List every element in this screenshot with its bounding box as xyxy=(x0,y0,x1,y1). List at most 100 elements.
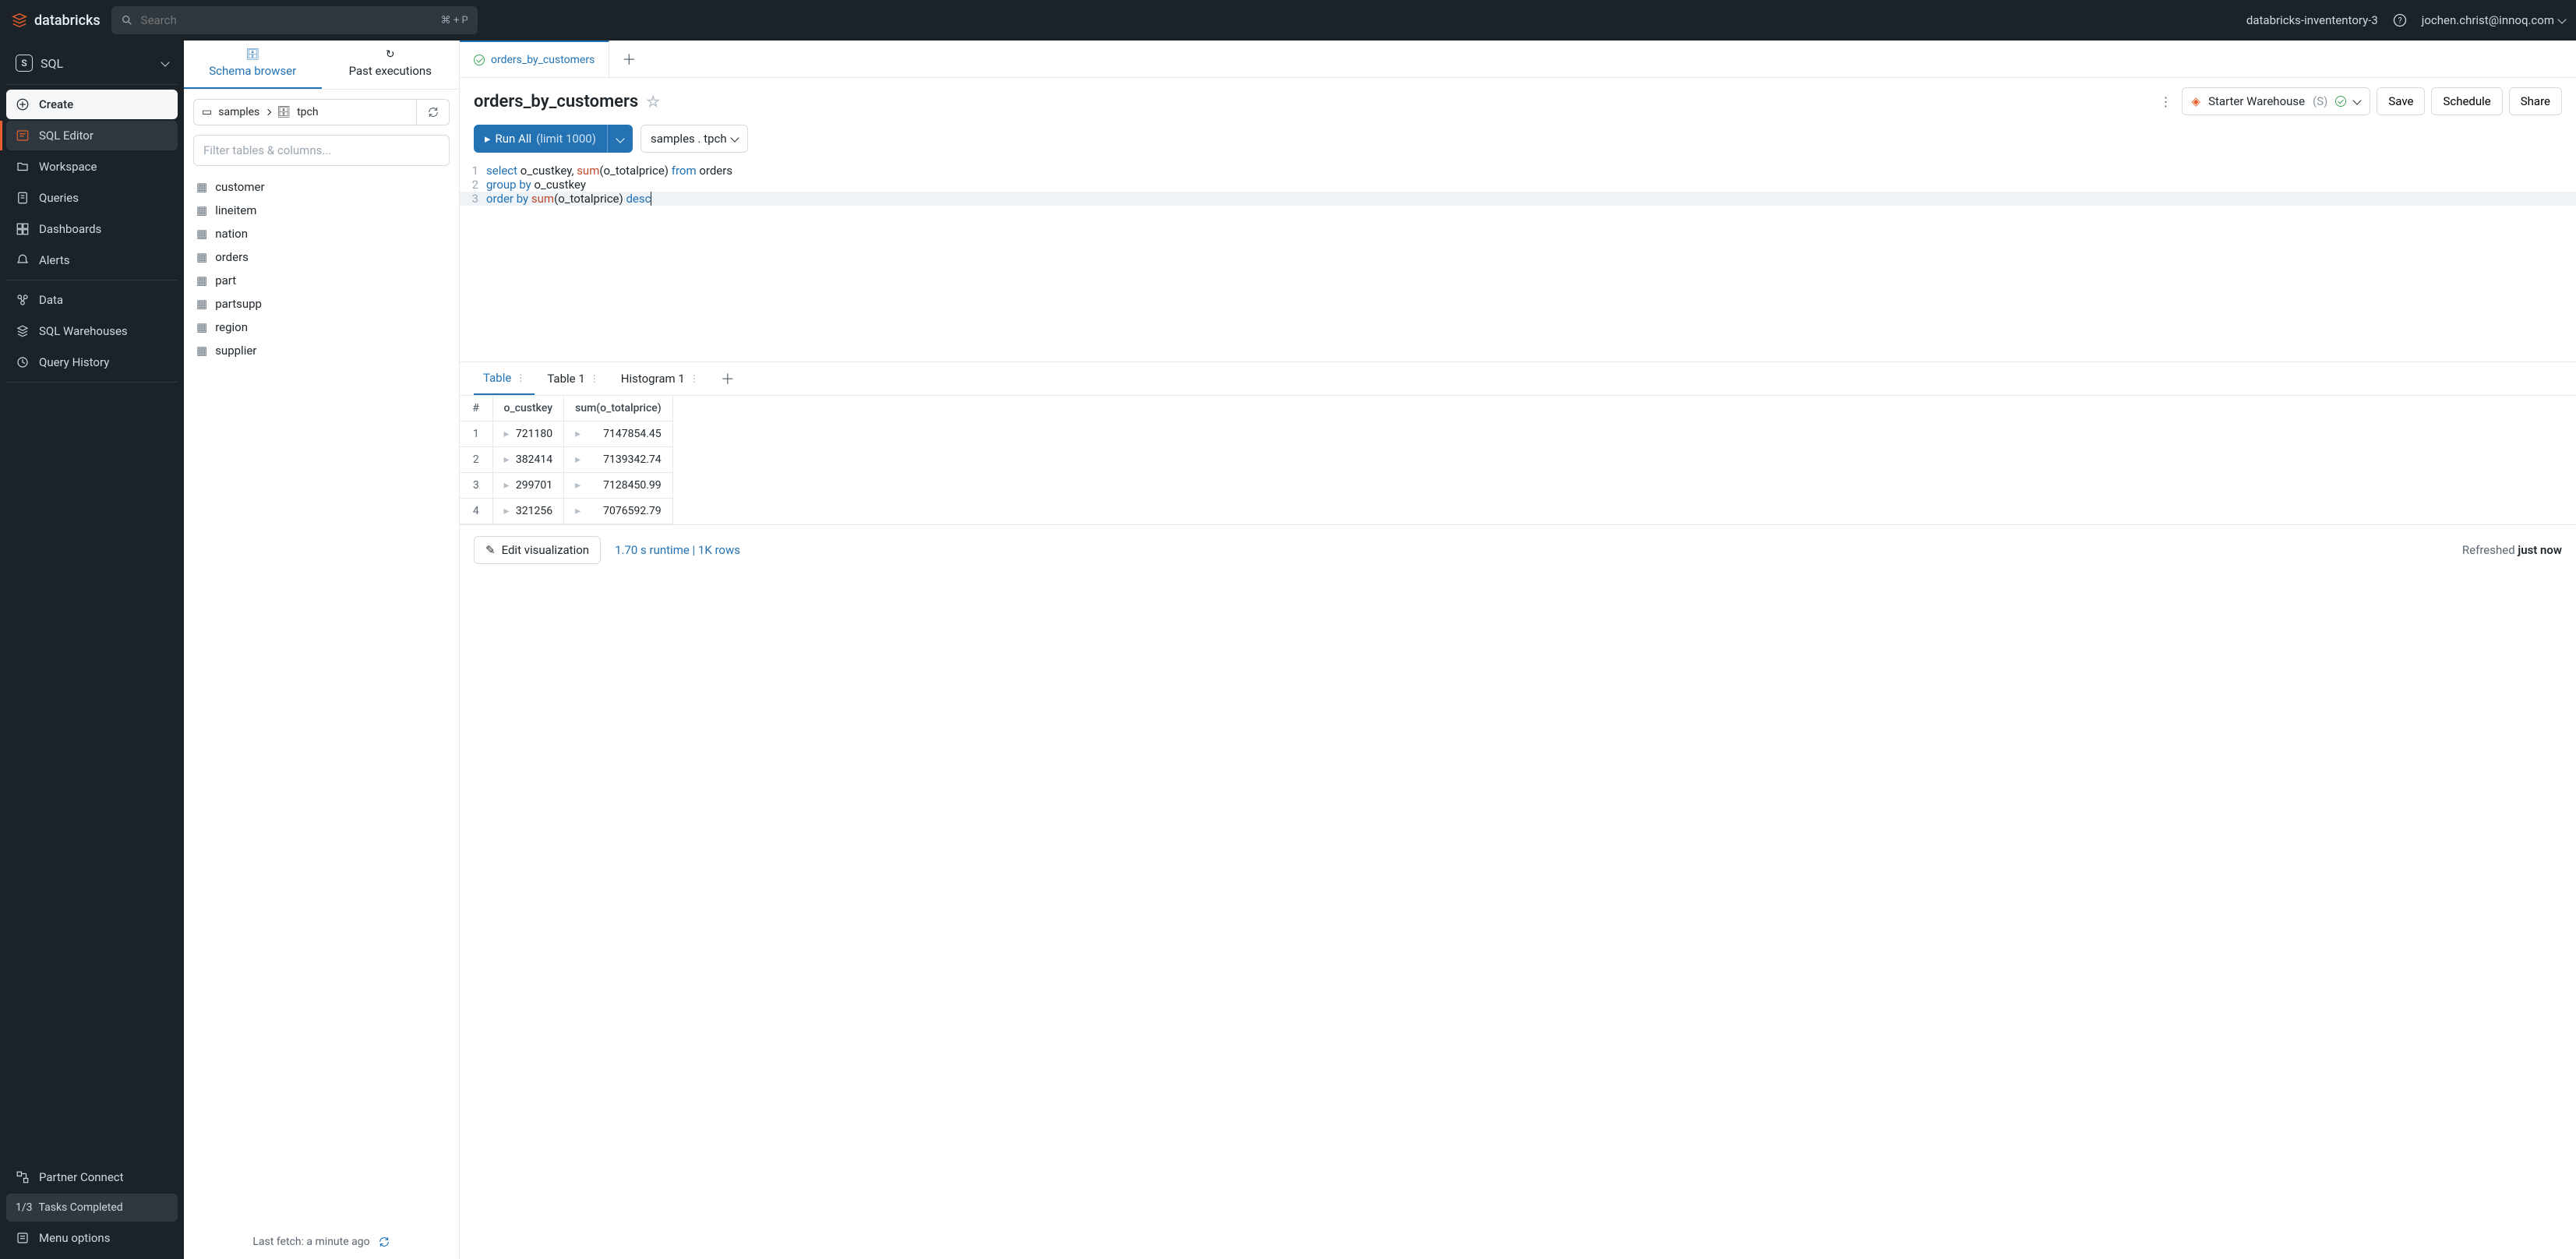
filter-input[interactable] xyxy=(193,135,450,166)
nav-label: SQL Editor xyxy=(39,129,94,143)
refresh-icon[interactable] xyxy=(378,1236,390,1248)
result-grid[interactable]: #o_custkeysum(o_totalprice)1▸721180▸7147… xyxy=(460,396,2576,524)
nav-dashboards[interactable]: Dashboards xyxy=(6,214,178,244)
expand-caret-icon[interactable]: ▸ xyxy=(575,428,580,440)
warehouse-selector[interactable]: ◈ Starter Warehouse (S) xyxy=(2182,87,2371,115)
refresh-schema-button[interactable] xyxy=(417,99,450,125)
status-ok-icon xyxy=(2335,96,2346,107)
table-item[interactable]: ▦partsupp xyxy=(193,292,450,316)
brand-text: databricks xyxy=(34,12,101,29)
queries-icon xyxy=(16,191,30,205)
chevron-down-icon xyxy=(2557,15,2566,23)
expand-caret-icon[interactable]: ▸ xyxy=(504,479,510,492)
add-visualization[interactable]: ＋ xyxy=(711,369,744,389)
sql-editor[interactable]: 1select o_custkey, sum(o_totalprice) fro… xyxy=(460,160,2576,206)
kebab-icon[interactable]: ⋮ xyxy=(690,373,699,384)
table-item[interactable]: ▦supplier xyxy=(193,339,450,362)
result-tab-table1[interactable]: Table 1 ⋮ xyxy=(538,362,608,395)
expand-caret-icon[interactable]: ▸ xyxy=(504,428,510,440)
table-icon: ▦ xyxy=(196,273,207,287)
tab-label: Schema browser xyxy=(209,64,296,78)
run-dropdown-button[interactable] xyxy=(607,125,633,153)
table-item[interactable]: ▦nation xyxy=(193,222,450,245)
run-label: Run All xyxy=(496,132,532,146)
create-button[interactable]: Create xyxy=(6,90,178,119)
expand-caret-icon[interactable]: ▸ xyxy=(575,453,580,466)
tab-schema-browser[interactable]: 🗄 Schema browser xyxy=(184,41,322,89)
result-tab-label: Table 1 xyxy=(547,372,584,386)
expand-caret-icon[interactable]: ▸ xyxy=(575,479,580,492)
nav-warehouses[interactable]: SQL Warehouses xyxy=(6,316,178,346)
query-menu-kebab[interactable]: ⋮ xyxy=(2157,91,2175,112)
global-search[interactable]: ⌘ + P xyxy=(111,6,478,34)
add-query-tab[interactable]: ＋ xyxy=(609,49,648,69)
edit-visualization-button[interactable]: ✎ Edit visualization xyxy=(474,536,601,564)
result-tab-label: Histogram 1 xyxy=(621,372,685,386)
table-item[interactable]: ▦region xyxy=(193,316,450,339)
catalog-icon: ▭ xyxy=(202,106,212,118)
result-tab-label: Table xyxy=(483,371,511,385)
user-menu[interactable]: jochen.christ@innoq.com xyxy=(2422,13,2565,27)
nav-menu-options[interactable]: Menu options xyxy=(6,1223,178,1253)
result-tab-histogram[interactable]: Histogram 1 ⋮ xyxy=(612,362,708,395)
left-nav: S SQL Create SQL Editor Workspace Querie… xyxy=(0,41,184,1259)
favorite-star-icon[interactable]: ☆ xyxy=(646,92,660,111)
nav-partner-connect[interactable]: Partner Connect xyxy=(6,1162,178,1192)
table-row[interactable]: 4▸321256▸7076592.79 xyxy=(460,499,672,524)
kebab-icon[interactable]: ⋮ xyxy=(516,372,525,383)
table-item[interactable]: ▦customer xyxy=(193,175,450,199)
nav-label: SQL Warehouses xyxy=(39,324,128,338)
table-name: part xyxy=(215,273,236,287)
menu-icon xyxy=(16,1231,30,1245)
expand-caret-icon[interactable]: ▸ xyxy=(504,505,510,517)
query-context-selector[interactable]: samples . tpch xyxy=(640,125,748,153)
kebab-icon[interactable]: ⋮ xyxy=(590,373,599,384)
tasks-progress[interactable]: 1/3 Tasks Completed xyxy=(6,1194,178,1222)
result-tab-table[interactable]: Table ⋮ xyxy=(474,362,535,395)
brand-logo[interactable]: databricks xyxy=(11,12,101,29)
expand-caret-icon[interactable]: ▸ xyxy=(575,505,580,517)
nav-sql-editor[interactable]: SQL Editor xyxy=(6,121,178,150)
schema-browser-panel: 🗄 Schema browser ↻ Past executions ▭ sam… xyxy=(184,41,460,1259)
share-button[interactable]: Share xyxy=(2509,87,2562,115)
search-input[interactable] xyxy=(141,13,433,27)
refreshed-status: Refreshed just now xyxy=(2462,543,2562,557)
partner-icon xyxy=(16,1170,30,1184)
column-header[interactable]: o_custkey xyxy=(492,396,564,421)
table-row[interactable]: 3▸299701▸7128450.99 xyxy=(460,473,672,499)
table-row[interactable]: 1▸721180▸7147854.45 xyxy=(460,421,672,447)
persona-switcher[interactable]: S SQL xyxy=(6,47,178,79)
expand-caret-icon[interactable]: ▸ xyxy=(504,453,510,466)
workspace-icon xyxy=(16,160,30,174)
run-limit: (limit 1000) xyxy=(536,132,596,146)
query-tab[interactable]: orders_by_customers xyxy=(460,41,609,77)
nav-history[interactable]: Query History xyxy=(6,347,178,377)
run-all-button[interactable]: ▸ Run All (limit 1000) xyxy=(474,125,607,153)
last-fetch-text: Last fetch: a minute ago xyxy=(252,1236,369,1248)
nav-label: Partner Connect xyxy=(39,1170,124,1184)
nav-label: Menu options xyxy=(39,1231,110,1245)
status-ok-icon xyxy=(474,55,485,65)
nav-label: Data xyxy=(39,293,63,307)
table-name: supplier xyxy=(215,344,256,358)
save-button[interactable]: Save xyxy=(2377,87,2425,115)
schema-breadcrumb[interactable]: ▭ samples 🗄 tpch xyxy=(193,99,417,125)
column-header[interactable]: # xyxy=(460,396,492,421)
table-row[interactable]: 2▸382414▸7139342.74 xyxy=(460,447,672,473)
table-icon: ▦ xyxy=(196,250,207,264)
table-item[interactable]: ▦orders xyxy=(193,245,450,269)
edit-viz-label: Edit visualization xyxy=(502,543,590,557)
tab-label: Past executions xyxy=(349,64,432,78)
nav-alerts[interactable]: Alerts xyxy=(6,245,178,275)
nav-queries[interactable]: Queries xyxy=(6,183,178,213)
nav-workspace[interactable]: Workspace xyxy=(6,152,178,182)
help-icon[interactable]: ? xyxy=(2392,12,2408,28)
table-name: nation xyxy=(215,227,248,241)
nav-data[interactable]: Data xyxy=(6,285,178,315)
workspace-name[interactable]: databricks-invententory-3 xyxy=(2246,13,2378,27)
table-item[interactable]: ▦ part xyxy=(193,269,450,292)
tab-past-executions[interactable]: ↻ Past executions xyxy=(322,41,460,89)
schedule-button[interactable]: Schedule xyxy=(2431,87,2502,115)
table-item[interactable]: ▦lineitem xyxy=(193,199,450,222)
column-header[interactable]: sum(o_totalprice) xyxy=(564,396,673,421)
